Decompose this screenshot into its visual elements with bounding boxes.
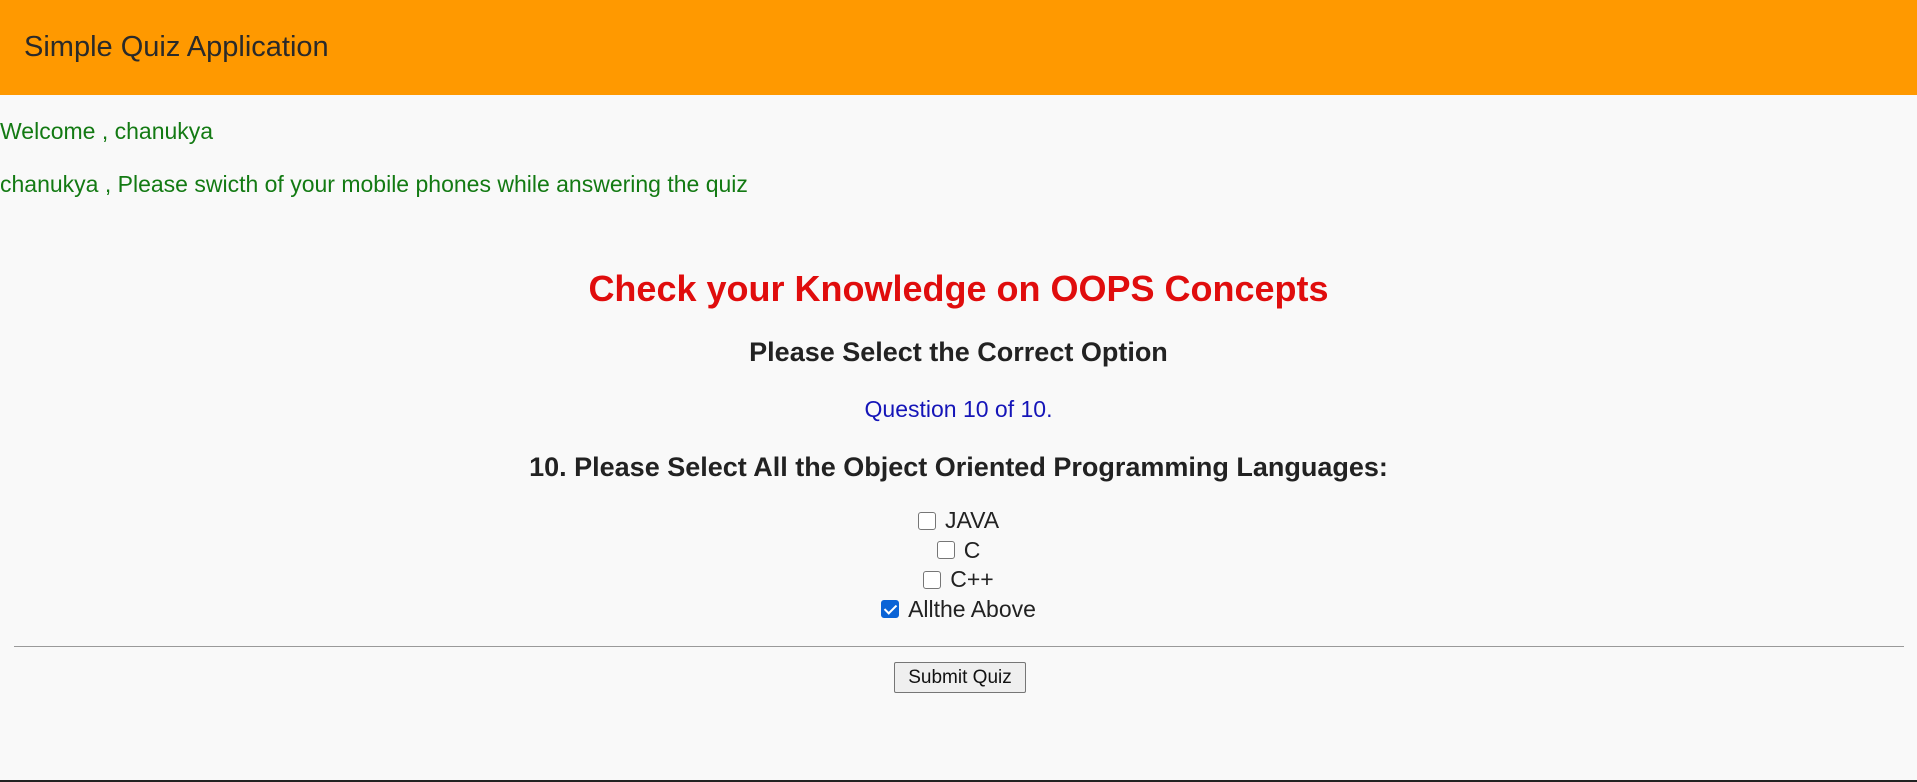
option-java-label: JAVA	[944, 507, 1000, 533]
question-text: 10. Please Select All the Object Oriente…	[529, 452, 1388, 482]
option-all-above[interactable]: Allthe Above	[0, 595, 1917, 625]
quiz-subtitle: Please Select the Correct Option	[749, 337, 1168, 367]
option-cpp[interactable]: C++	[0, 565, 1917, 595]
welcome-message: Welcome , chanukya	[0, 118, 214, 144]
option-all-above-label: Allthe Above	[908, 595, 1036, 622]
option-c[interactable]: C	[0, 536, 1917, 566]
option-c-label: C	[963, 536, 981, 563]
option-java[interactable]: JAVA	[0, 506, 1917, 536]
option-c-checkbox[interactable]	[936, 541, 955, 560]
app-title: Simple Quiz Application	[24, 31, 329, 63]
quiz-title: Check your Knowledge on OOPS Concepts	[588, 268, 1329, 309]
option-all-above-checkbox[interactable]	[881, 600, 900, 619]
quiz-container: Check your Knowledge on OOPS Concepts Pl…	[0, 264, 1917, 624]
option-java-checkbox[interactable]	[917, 511, 936, 530]
quiz-page: Simple Quiz Application Welcome , chanuk…	[0, 0, 1917, 782]
question-progress: Question 10 of 10.	[864, 396, 1053, 422]
options-list: JAVA C C++ Allthe Above	[0, 506, 1917, 624]
app-header: Simple Quiz Application	[0, 0, 1917, 95]
option-cpp-label: C++	[950, 566, 994, 592]
submit-quiz-button[interactable]: Submit Quiz	[894, 662, 1026, 693]
option-cpp-checkbox[interactable]	[923, 570, 942, 589]
notice-message: chanukya , Please swicth of your mobile …	[0, 171, 748, 197]
divider	[14, 646, 1904, 647]
